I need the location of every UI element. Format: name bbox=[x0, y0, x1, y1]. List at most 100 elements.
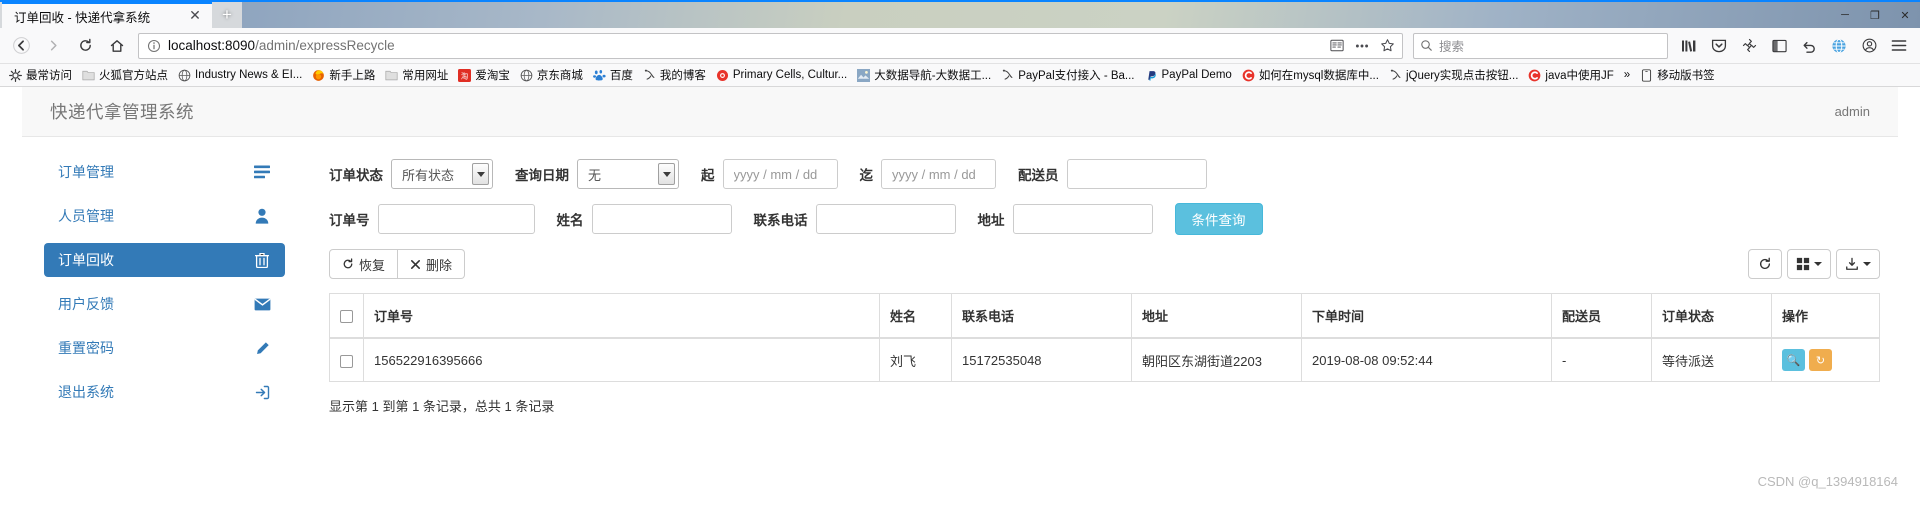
table-header-row: 订单号 姓名 联系电话 地址 下单时间 配送员 订单状态 操作 bbox=[329, 293, 1880, 339]
column-header-2[interactable]: 联系电话 bbox=[951, 293, 1132, 339]
bookmark-item[interactable]: Primary Cells, Cultur... bbox=[711, 67, 852, 84]
sidebar-item-5[interactable]: 退出系统 bbox=[44, 375, 285, 409]
home-icon[interactable] bbox=[102, 32, 132, 60]
column-header-3[interactable]: 地址 bbox=[1131, 293, 1302, 339]
delete-action-icon[interactable]: ✕ bbox=[1836, 349, 1859, 371]
new-tab-button[interactable]: + bbox=[212, 2, 242, 28]
bookmark-item[interactable]: 京东商城 bbox=[515, 65, 588, 85]
address-bar-icons bbox=[1326, 35, 1398, 57]
sidebar-item-label: 退出系统 bbox=[58, 384, 114, 400]
account-icon[interactable] bbox=[1854, 32, 1884, 60]
date-from-input[interactable] bbox=[722, 159, 838, 189]
app-brand[interactable]: 快递代拿管理系统 bbox=[50, 99, 194, 124]
restore-action-icon[interactable]: ↻ bbox=[1809, 349, 1832, 371]
sidebar-item-2[interactable]: 订单回收 bbox=[44, 243, 285, 277]
maximize-icon[interactable]: ❐ bbox=[1860, 2, 1890, 28]
address-input[interactable] bbox=[1012, 204, 1153, 234]
bookmark-generic-icon bbox=[1389, 69, 1402, 82]
sidebar-item-0[interactable]: 订单管理 bbox=[44, 155, 285, 189]
name-input[interactable] bbox=[591, 204, 732, 234]
reload-icon[interactable] bbox=[70, 32, 100, 60]
back-icon[interactable] bbox=[6, 32, 36, 60]
bookmark-star-icon[interactable] bbox=[1376, 35, 1398, 57]
page-actions-icon[interactable] bbox=[1351, 35, 1373, 57]
bookmark-item[interactable]: PayPal Demo bbox=[1140, 67, 1237, 84]
bookmark-item[interactable]: 最常访问 bbox=[4, 65, 77, 85]
reader-view-icon[interactable] bbox=[1326, 35, 1348, 57]
bookmark-item[interactable]: 常用网址 bbox=[380, 65, 453, 85]
order-status-label: 订单状态 bbox=[329, 168, 383, 183]
undo-close-icon[interactable] bbox=[1794, 32, 1824, 60]
row-checkbox[interactable] bbox=[340, 354, 353, 368]
bookmark-label: 百度 bbox=[609, 70, 633, 82]
bookmark-label: 京东商城 bbox=[536, 70, 583, 82]
table-head: 订单号 姓名 联系电话 地址 下单时间 配送员 订单状态 操作 bbox=[329, 293, 1880, 339]
window-close-icon[interactable]: ✕ bbox=[1890, 2, 1920, 28]
menu-hamburger-icon[interactable] bbox=[1884, 32, 1914, 60]
pocket-icon[interactable] bbox=[1704, 32, 1734, 60]
table-row[interactable]: 156522916395666 刘飞 15172535048 朝阳区东湖街道2203 2… bbox=[329, 337, 1880, 382]
sidebar-item-3[interactable]: 用户反馈 bbox=[44, 287, 285, 321]
column-header-4[interactable]: 下单时间 bbox=[1301, 293, 1552, 339]
browser-tab[interactable]: 订单回收 - 快递代拿系统 ✕ bbox=[2, 2, 212, 28]
delete-button[interactable]: 删除 bbox=[398, 249, 466, 279]
bookmark-item[interactable]: 如何在mysql数据库中... bbox=[1237, 65, 1384, 85]
bookmark-item[interactable]: 火狐官方站点 bbox=[77, 65, 173, 85]
navbar-right-icons bbox=[1674, 32, 1914, 60]
bookmark-item[interactable]: java中使用JF bbox=[1523, 65, 1618, 85]
tab-title: 订单回收 - 快递代拿系统 bbox=[14, 10, 151, 25]
order-status-select[interactable]: 所有状态 bbox=[391, 159, 493, 189]
refresh-icon[interactable] bbox=[1748, 249, 1782, 279]
bookmarks-overflow-button[interactable]: » bbox=[1619, 67, 1635, 83]
browser-navbar: localhost:8090/admin/expressRecycle 搜索 bbox=[0, 28, 1920, 64]
site-info-icon[interactable] bbox=[147, 39, 161, 53]
sidebar-item-1[interactable]: 人员管理 bbox=[44, 199, 285, 233]
bookmark-item[interactable]: 我的博客 bbox=[638, 65, 711, 85]
url-host: localhost:8090 bbox=[168, 38, 256, 53]
column-header-1[interactable]: 姓名 bbox=[879, 293, 952, 339]
bookmark-item[interactable]: 移动版书签 bbox=[1635, 65, 1720, 85]
library-icon[interactable] bbox=[1674, 32, 1704, 60]
query-date-select[interactable]: 无 bbox=[577, 159, 679, 189]
column-header-6[interactable]: 订单状态 bbox=[1651, 293, 1772, 339]
chevron-down-icon bbox=[1814, 262, 1822, 266]
view-action-icon[interactable]: 🔍 bbox=[1782, 349, 1805, 371]
bookmark-label: 最常访问 bbox=[26, 70, 72, 82]
bookmark-item[interactable]: Industry News & EI... bbox=[173, 67, 307, 84]
sidebar-item-label: 重置密码 bbox=[58, 340, 114, 356]
rider-input[interactable] bbox=[1066, 159, 1207, 189]
column-header-0[interactable]: 订单号 bbox=[363, 293, 880, 339]
folder-icon bbox=[82, 69, 95, 82]
browser-chrome: 订单回收 - 快递代拿系统 ✕ + ─ ❐ ✕ localhost:8090/a… bbox=[0, 0, 1920, 87]
current-user-label[interactable]: admin bbox=[1835, 104, 1870, 119]
date-to-input[interactable] bbox=[881, 159, 996, 189]
delete-button-label: 删除 bbox=[426, 257, 453, 273]
sidebar-toggle-icon[interactable] bbox=[1764, 32, 1794, 60]
restore-button[interactable]: 恢复 bbox=[329, 249, 399, 279]
column-header-7[interactable]: 操作 bbox=[1771, 293, 1880, 339]
address-bar[interactable]: localhost:8090/admin/expressRecycle bbox=[138, 32, 1403, 59]
bookmark-item[interactable]: 大数据导航-大数据工... bbox=[852, 65, 996, 85]
select-all-checkbox[interactable] bbox=[340, 310, 353, 324]
bookmark-item[interactable]: 淘爱淘宝 bbox=[453, 65, 515, 85]
sidebar-item-4[interactable]: 重置密码 bbox=[44, 331, 285, 365]
app-body: 订单管理 人员管理 订单回收 用户反馈 重置密码 退出系统 订单状态 所有状态 查询日期 … bbox=[0, 137, 1920, 419]
column-header-5[interactable]: 配送员 bbox=[1551, 293, 1652, 339]
close-icon[interactable]: ✕ bbox=[186, 7, 204, 25]
bookmark-item[interactable]: jQuery实现点击按钮... bbox=[1384, 65, 1523, 85]
container-tabs-icon[interactable] bbox=[1734, 32, 1764, 60]
globe-icon[interactable] bbox=[1824, 32, 1854, 60]
bookmark-item[interactable]: 新手上路 bbox=[307, 65, 380, 85]
phone-input[interactable] bbox=[815, 204, 956, 234]
order-no-input[interactable] bbox=[377, 204, 535, 234]
search-submit-button[interactable]: 条件查询 bbox=[1174, 203, 1263, 235]
titlebar-background bbox=[242, 2, 1920, 28]
bookmark-item[interactable]: 百度 bbox=[588, 65, 638, 85]
export-icon[interactable] bbox=[1836, 249, 1880, 279]
minimize-icon[interactable]: ─ bbox=[1830, 2, 1860, 28]
bookmark-item[interactable]: PayPal支付接入 - Ba... bbox=[996, 65, 1139, 85]
grid-columns-icon[interactable] bbox=[1787, 249, 1831, 279]
app-header: 快递代拿管理系统 admin bbox=[22, 87, 1898, 137]
search-bar[interactable]: 搜索 bbox=[1413, 32, 1668, 59]
forward-icon[interactable] bbox=[38, 32, 68, 60]
